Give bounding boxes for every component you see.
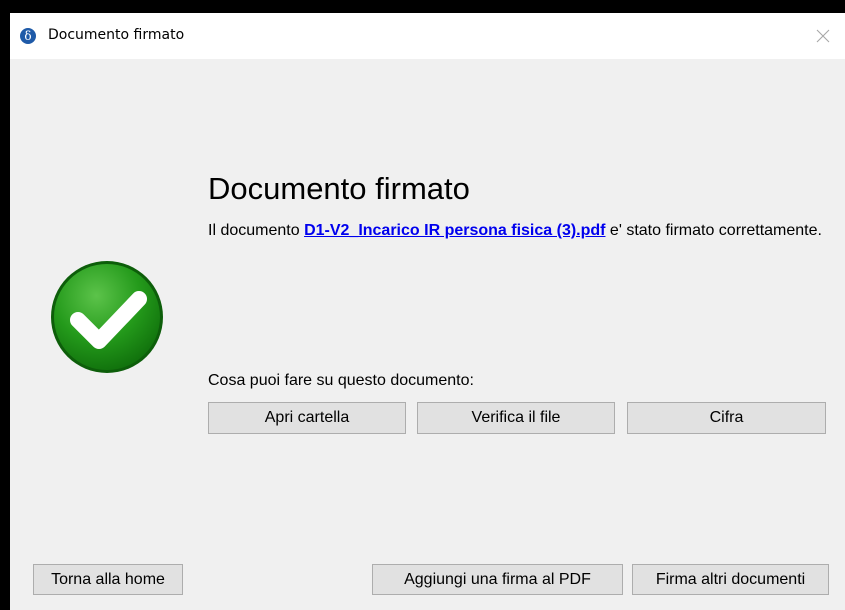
message-suffix: e' stato firmato correttamente. [605,222,822,239]
title-bar: δ Documento firmato [10,13,845,59]
open-folder-button[interactable]: Apri cartella [208,402,406,434]
page-title: Documento firmato [208,171,470,206]
window-title: Documento firmato [48,27,185,43]
verify-file-button[interactable]: Verifica il file [417,402,615,434]
close-icon [816,29,830,43]
file-link[interactable]: D1-V2_Incarico IR persona fisica (3).pdf [304,222,605,239]
close-button[interactable] [801,13,845,59]
encrypt-button[interactable]: Cifra [627,402,826,434]
add-signature-button[interactable]: Aggiungi una firma al PDF [372,564,623,595]
actions-label: Cosa puoi fare su questo documento: [208,372,474,389]
status-message: Il documento D1-V2_Incarico IR persona f… [208,220,828,241]
message-prefix: Il documento [208,222,305,239]
app-logo-icon: δ [20,28,36,44]
home-button[interactable]: Torna alla home [33,564,183,595]
checkmark-circle-icon [51,261,163,373]
sign-other-documents-button[interactable]: Firma altri documenti [632,564,829,595]
dialog-window: δ Documento firmato Documento firmato Il… [10,13,845,610]
